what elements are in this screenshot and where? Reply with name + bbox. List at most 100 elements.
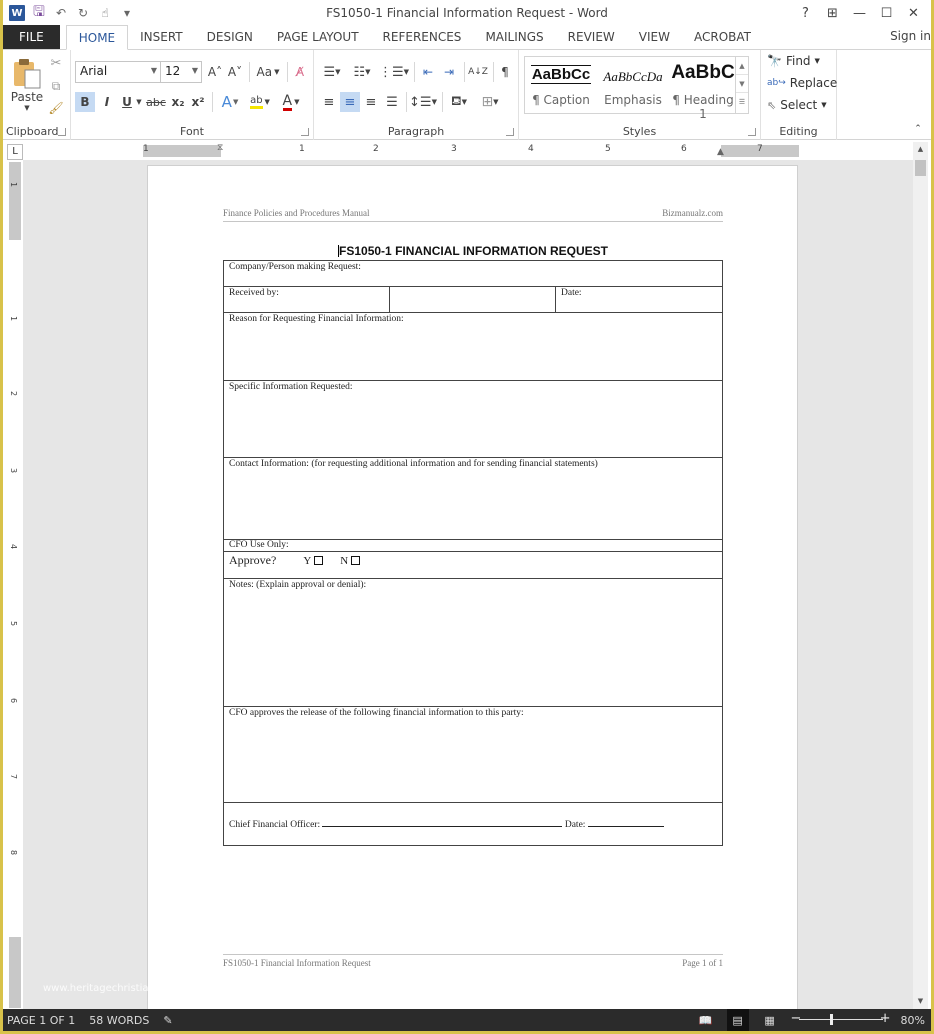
bold-button[interactable]: B — [75, 92, 95, 112]
numbering-button[interactable]: ☷ ▼ — [349, 62, 375, 82]
tab-home[interactable]: HOME — [65, 25, 129, 50]
save-icon[interactable]: 🖫 — [31, 4, 47, 21]
tab-design[interactable]: DESIGN — [195, 25, 265, 49]
no-checkbox[interactable] — [351, 556, 361, 565]
scroll-down-icon[interactable]: ▼ — [913, 994, 928, 1009]
align-center-icon[interactable]: ≡ — [340, 92, 360, 112]
underline-dropdown-icon[interactable]: ▼ — [135, 92, 143, 112]
specific-info-cell[interactable]: Specific Information Requested: — [223, 380, 723, 458]
replace-button[interactable]: ab↪ Replace — [767, 76, 837, 90]
paragraph-launcher-icon[interactable] — [506, 128, 514, 136]
increase-indent-icon[interactable]: ⇥ — [439, 62, 459, 82]
zoom-slider[interactable]: − + — [791, 1009, 891, 1031]
strikethrough-button[interactable]: abc — [145, 92, 167, 112]
bullets-button[interactable]: ☰ ▼ — [319, 62, 345, 82]
show-formatting-button[interactable]: ¶ — [496, 62, 514, 82]
vertical-ruler[interactable]: 1 1 2 3 4 5 6 7 8 — [9, 162, 21, 1008]
font-color-button[interactable]: A ▼ — [277, 92, 305, 112]
release-cell[interactable]: CFO approves the release of the followin… — [223, 706, 723, 803]
text-effects-button[interactable]: A ▼ — [217, 92, 243, 112]
clear-formatting-icon[interactable]: A̸ — [291, 62, 309, 82]
cut-icon[interactable]: ✂ — [47, 54, 65, 72]
web-layout-icon[interactable]: ▦ — [759, 1009, 781, 1031]
document-page[interactable]: Finance Policies and Procedures Manual B… — [147, 165, 798, 1010]
tab-references[interactable]: REFERENCES — [371, 25, 474, 49]
zoom-in-icon[interactable]: + — [880, 1011, 891, 1026]
find-button[interactable]: 🔭 Find ▼ — [767, 54, 820, 68]
ribbon-display-options-button[interactable]: ⊞ — [819, 3, 846, 23]
cfo-signature-line[interactable] — [322, 818, 563, 827]
tab-insert[interactable]: INSERT — [128, 25, 195, 49]
style-heading-1[interactable]: AaBbC ¶ Heading 1 — [667, 57, 739, 121]
superscript-button[interactable]: x² — [189, 92, 207, 112]
scroll-up-icon[interactable]: ▲ — [913, 142, 928, 157]
copy-icon[interactable]: ⧉ — [47, 77, 65, 95]
subscript-button[interactable]: x₂ — [169, 92, 187, 112]
font-launcher-icon[interactable] — [301, 128, 309, 136]
tab-file[interactable]: FILE — [3, 25, 60, 49]
shrink-font-button[interactable]: A˅ — [226, 62, 244, 82]
undo-icon[interactable]: ↶ — [53, 5, 69, 21]
read-mode-icon[interactable]: 📖 — [695, 1009, 717, 1031]
sign-in-link[interactable]: Sign in — [890, 29, 931, 43]
help-button[interactable]: ? — [792, 3, 819, 23]
tab-page-layout[interactable]: PAGE LAYOUT — [265, 25, 371, 49]
multilevel-list-button[interactable]: ⋮☰ ▼ — [379, 62, 409, 82]
paste-button[interactable]: Paste ▼ — [9, 54, 45, 116]
scrollbar-thumb[interactable] — [915, 160, 926, 176]
right-indent-marker[interactable]: ▲ — [717, 147, 724, 157]
line-spacing-button[interactable]: ↕☰ ▼ — [409, 92, 437, 112]
received-by-value-cell[interactable] — [389, 286, 556, 313]
highlight-button[interactable]: ab ▼ — [246, 92, 274, 112]
horizontal-ruler[interactable]: 1 1 2 3 4 5 6 7 ⧖ ▲ — [143, 143, 799, 157]
align-left-icon[interactable]: ≡ — [319, 92, 339, 112]
maximize-button[interactable]: ☐ — [873, 3, 900, 23]
tab-acrobat[interactable]: ACROBAT — [682, 25, 763, 49]
touch-mode-icon[interactable]: ☝ — [97, 5, 113, 21]
style-emphasis[interactable]: AaBbCcDa Emphasis — [597, 57, 669, 113]
contact-info-cell[interactable]: Contact Information: (for requesting add… — [223, 457, 723, 540]
first-line-indent-marker[interactable]: ⧖ — [217, 143, 223, 153]
signature-date-line[interactable] — [587, 818, 664, 827]
date-cell[interactable]: Date: — [555, 286, 723, 313]
collapse-ribbon-icon[interactable]: ⌃ — [911, 122, 925, 136]
shading-button[interactable]: ⛾ ▼ — [445, 92, 473, 112]
minimize-button[interactable]: — — [846, 3, 873, 23]
tab-mailings[interactable]: MAILINGS — [473, 25, 555, 49]
change-case-button[interactable]: Aa ▼ — [254, 62, 282, 82]
word-count-status[interactable]: 58 WORDS — [89, 1014, 149, 1027]
redo-icon[interactable]: ↻ — [75, 5, 91, 21]
yes-checkbox[interactable] — [314, 556, 324, 565]
company-cell[interactable]: Company/Person making Request: — [223, 260, 723, 287]
gallery-more-icon[interactable]: ☰ — [736, 93, 748, 111]
print-layout-icon[interactable]: ▤ — [726, 1009, 749, 1031]
underline-button[interactable]: U — [118, 92, 136, 112]
sort-button[interactable]: A↓Z — [467, 62, 489, 82]
format-painter-icon[interactable]: 🖌 — [47, 99, 65, 117]
align-right-icon[interactable]: ≡ — [361, 92, 381, 112]
tab-selector[interactable]: L — [7, 144, 23, 160]
close-button[interactable]: ✕ — [900, 3, 927, 23]
borders-button[interactable]: ⊞ ▼ — [476, 92, 504, 112]
decrease-indent-icon[interactable]: ⇤ — [418, 62, 438, 82]
grow-font-button[interactable]: A˄ — [206, 62, 224, 82]
zoom-thumb[interactable] — [830, 1014, 834, 1025]
proofing-icon[interactable]: ✎ — [163, 1014, 172, 1027]
received-by-cell[interactable]: Received by: — [223, 286, 390, 313]
signature-cell[interactable]: Chief Financial Officer: Date: — [223, 802, 723, 846]
font-size-combo[interactable]: 12 ▼ — [160, 61, 202, 83]
italic-button[interactable]: I — [98, 92, 116, 112]
font-name-combo[interactable]: Arial ▼ — [75, 61, 161, 83]
page-count-status[interactable]: PAGE 1 OF 1 — [7, 1014, 75, 1027]
justify-icon[interactable]: ☰ — [382, 92, 402, 112]
customize-toolbar-icon[interactable]: ▾ — [119, 5, 135, 21]
vertical-scrollbar[interactable]: ▲ ▼ — [913, 142, 928, 1009]
styles-launcher-icon[interactable] — [748, 128, 756, 136]
gallery-down-icon[interactable]: ▼ — [736, 75, 748, 93]
select-button[interactable]: ⇖ Select ▼ — [767, 98, 827, 112]
notes-cell[interactable]: Notes: (Explain approval or denial): — [223, 578, 723, 707]
style-caption[interactable]: AaBbCc ¶ Caption — [525, 57, 597, 113]
reason-cell[interactable]: Reason for Requesting Financial Informat… — [223, 312, 723, 381]
tab-view[interactable]: VIEW — [627, 25, 682, 49]
clipboard-launcher-icon[interactable] — [58, 128, 66, 136]
